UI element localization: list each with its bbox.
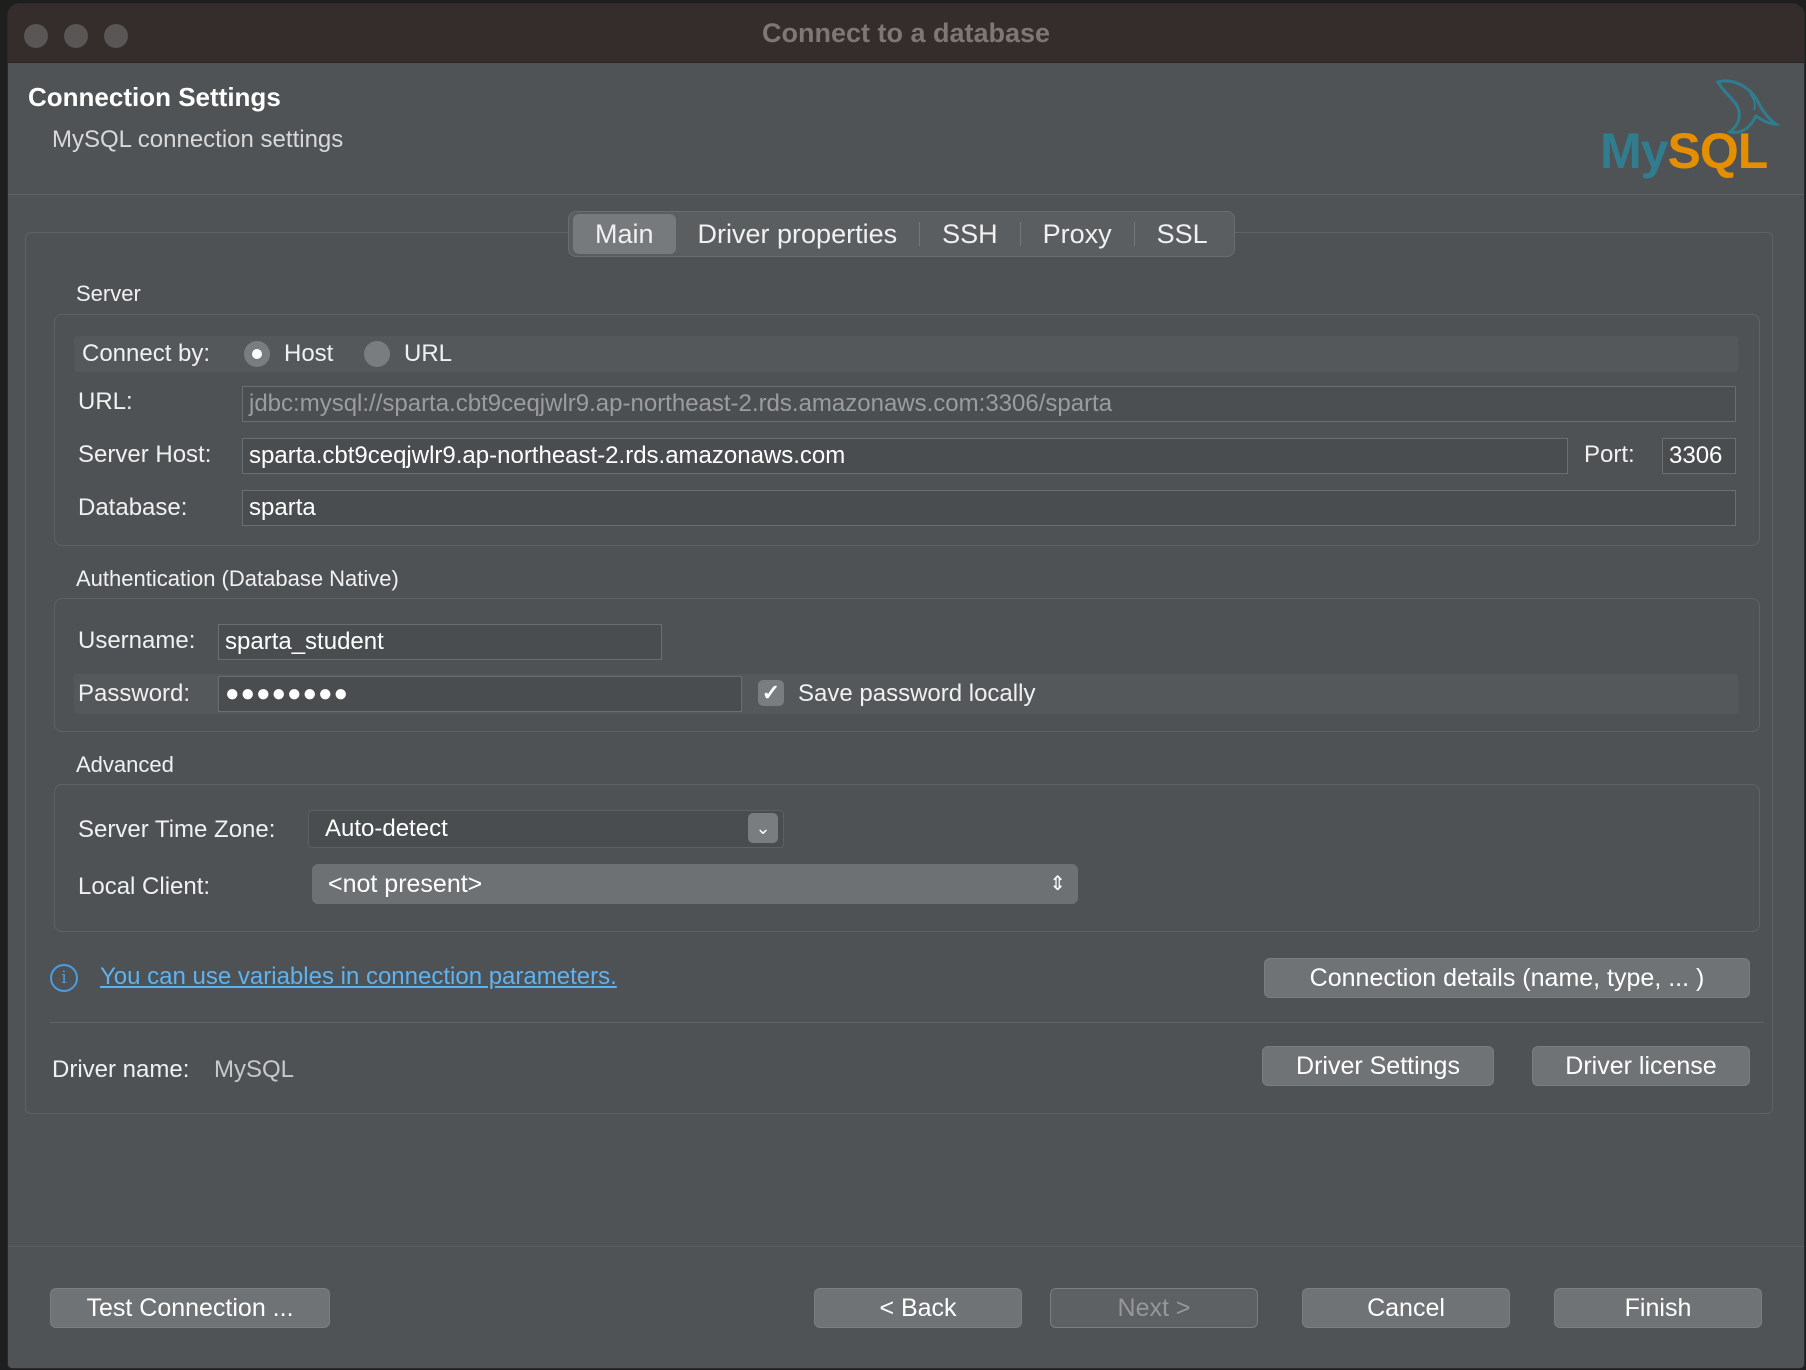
tab-driver-properties[interactable]: Driver properties: [676, 214, 920, 254]
updown-chevron-icon: ⇕: [1049, 873, 1066, 895]
tab-proxy[interactable]: Proxy: [1021, 214, 1134, 254]
username-label: Username:: [78, 627, 196, 654]
back-button[interactable]: < Back: [814, 1288, 1022, 1328]
driver-name-value: MySQL: [214, 1056, 295, 1083]
url-label: URL:: [78, 388, 133, 415]
server-host-label: Server Host:: [78, 441, 212, 468]
page-title: Connection Settings: [28, 82, 281, 112]
mysql-logo-text: MySQL: [1600, 123, 1768, 179]
driver-settings-button[interactable]: Driver Settings: [1262, 1046, 1494, 1086]
server-timezone-label: Server Time Zone:: [78, 816, 276, 843]
tab-ssh[interactable]: SSH: [920, 214, 1020, 254]
local-client-select[interactable]: <not present> ⇕: [312, 864, 1078, 904]
info-icon: i: [50, 964, 78, 992]
port-label: Port:: [1584, 441, 1635, 468]
server-section-title: Server: [76, 281, 141, 306]
host-radio-label[interactable]: Host: [284, 340, 333, 368]
host-radio[interactable]: [244, 341, 270, 367]
driver-license-button[interactable]: Driver license: [1532, 1046, 1750, 1086]
local-client-label: Local Client:: [78, 873, 211, 900]
cancel-button[interactable]: Cancel: [1302, 1288, 1510, 1328]
port-field[interactable]: 3306: [1662, 438, 1736, 474]
url-field[interactable]: jdbc:mysql://sparta.cbt9ceqjwlr9.ap-nort…: [242, 386, 1736, 422]
username-field[interactable]: sparta_student: [218, 624, 662, 660]
password-field[interactable]: ●●●●●●●●: [218, 676, 742, 712]
connection-details-button[interactable]: Connection details (name, type, ... ): [1264, 958, 1750, 998]
database-label: Database:: [78, 494, 188, 521]
url-radio[interactable]: [364, 341, 390, 367]
server-timezone-combo[interactable]: Auto-detect: [308, 810, 784, 848]
url-radio-label[interactable]: URL: [404, 340, 452, 368]
driver-name-label: Driver name:: [52, 1056, 190, 1083]
auth-section-title: Authentication (Database Native): [76, 566, 399, 591]
next-button[interactable]: Next >: [1050, 1288, 1258, 1328]
tab-bar: Main Driver properties SSH Proxy SSL: [568, 211, 1235, 257]
save-password-label[interactable]: Save password locally: [798, 680, 1035, 708]
title-bar: Connect to a database: [8, 4, 1804, 63]
advanced-group: [54, 784, 1760, 932]
save-password-checkbox[interactable]: ✓: [758, 680, 784, 706]
divider: [50, 1022, 1764, 1023]
local-client-value: <not present>: [328, 870, 483, 898]
mysql-logo: MySQL: [1600, 74, 1790, 184]
dialog-header: Connection Settings MySQL connection set…: [8, 62, 1804, 195]
test-connection-button[interactable]: Test Connection ...: [50, 1288, 330, 1328]
chevron-down-icon[interactable]: ⌄: [748, 813, 778, 843]
window-title: Connect to a database: [761, 18, 1051, 48]
footer-divider: [8, 1246, 1804, 1247]
password-label: Password:: [78, 680, 191, 707]
server-timezone-value: Auto-detect: [325, 815, 448, 842]
connect-by-label: Connect by:: [82, 340, 211, 367]
database-field[interactable]: sparta: [242, 490, 1736, 526]
tab-ssl[interactable]: SSL: [1135, 214, 1230, 254]
page-subtitle: MySQL connection settings: [52, 126, 344, 153]
tab-main[interactable]: Main: [573, 214, 676, 254]
advanced-section-title: Advanced: [76, 752, 174, 777]
server-host-field[interactable]: sparta.cbt9ceqjwlr9.ap-northeast-2.rds.a…: [242, 438, 1568, 474]
variables-help-link[interactable]: You can use variables in connection para…: [100, 963, 617, 991]
finish-button[interactable]: Finish: [1554, 1288, 1762, 1328]
